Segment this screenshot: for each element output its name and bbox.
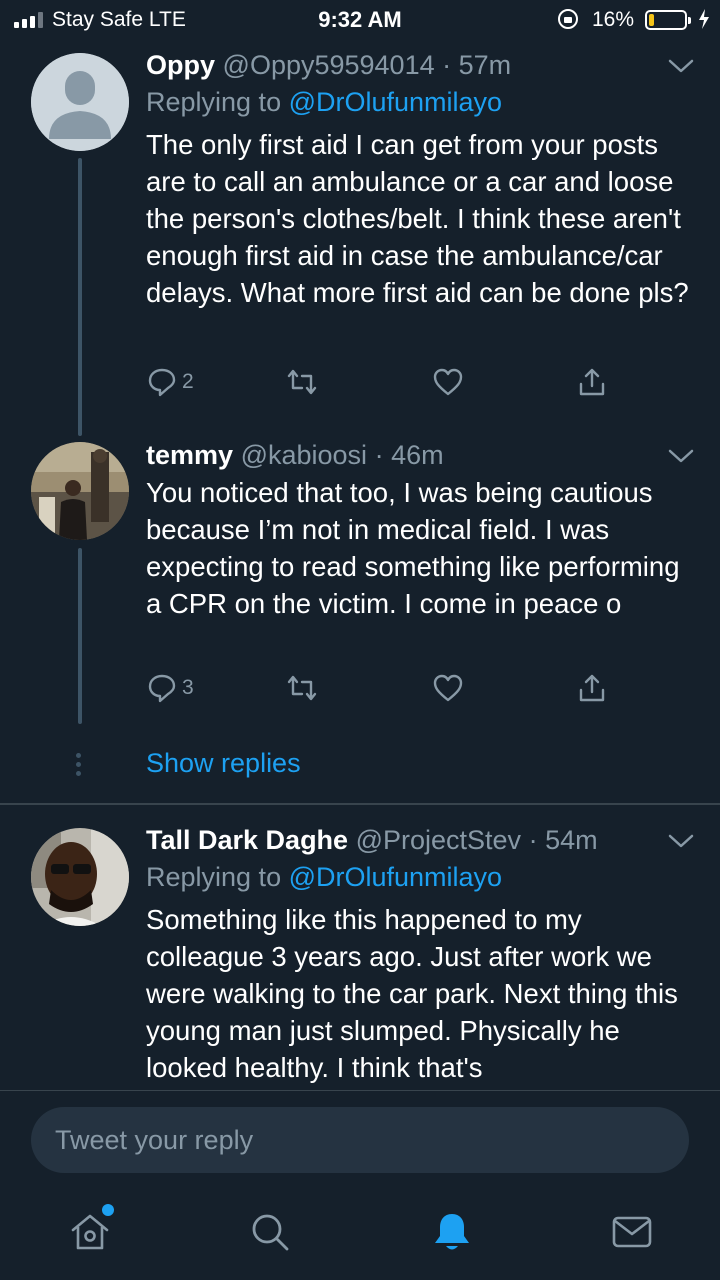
author-name[interactable]: Oppy [146, 50, 215, 80]
nav-search[interactable] [248, 1210, 292, 1254]
user-photo-avatar [31, 442, 129, 540]
search-icon [252, 1214, 289, 1251]
tweet-time: 57m [458, 50, 512, 80]
bottom-nav [0, 1192, 720, 1280]
tweet-actions: 3 [146, 672, 626, 712]
reply-input[interactable] [31, 1107, 689, 1173]
more-dots-icon [76, 753, 84, 780]
default-avatar-icon [31, 53, 129, 151]
chevron-down-icon[interactable] [668, 833, 694, 849]
tweet-text: Something like this happened to my colle… [146, 904, 678, 1083]
notifications-icon [435, 1214, 469, 1250]
divider [0, 803, 720, 805]
retweet-icon [287, 369, 317, 395]
status-bar: Stay Safe LTE 9:32 AM 16% [0, 0, 720, 40]
retweet-button[interactable] [286, 366, 318, 398]
tweet-tall-dark-daghe[interactable]: Tall Dark Daghe @ProjectStev · 54m Reply… [0, 815, 720, 1090]
tweet-temmy[interactable]: temmy @kabioosi · 46m You noticed that t… [0, 430, 720, 750]
retweet-button[interactable] [286, 672, 318, 704]
home-icon [71, 1214, 109, 1250]
author-name[interactable]: Tall Dark Daghe [146, 825, 348, 855]
tweet-actions: 2 [146, 366, 626, 406]
user-photo-avatar [31, 828, 129, 926]
reply-count: 2 [182, 370, 194, 393]
avatar[interactable] [31, 828, 129, 926]
reply-button[interactable]: 3 [146, 672, 194, 704]
home-new-dot [102, 1204, 114, 1216]
share-icon [579, 368, 605, 396]
battery-icon [645, 10, 691, 30]
reply-icon [148, 368, 176, 397]
share-button[interactable] [576, 366, 608, 398]
nav-notifications[interactable] [430, 1210, 474, 1254]
replying-to: Replying to @DrOlufunmilayo [146, 862, 503, 892]
tweet-header: Tall Dark Daghe @ProjectStev · 54m [146, 825, 598, 855]
show-replies-link[interactable]: Show replies [146, 748, 301, 779]
tweet-text: You noticed that too, I was being cautio… [146, 477, 680, 619]
tweet-header: temmy @kabioosi · 46m [146, 440, 444, 470]
reply-composer[interactable] [31, 1107, 689, 1173]
heart-icon [433, 674, 463, 702]
author-handle: @Oppy59594014 [222, 50, 435, 80]
mention-link[interactable]: @DrOlufunmilayo [289, 862, 502, 892]
author-name[interactable]: temmy [146, 440, 233, 470]
tweet-time: 54m [545, 825, 598, 855]
avatar[interactable] [31, 442, 129, 540]
share-button[interactable] [576, 672, 608, 704]
retweet-icon [287, 675, 317, 701]
tweet-text: The only first aid I can get from your p… [146, 129, 689, 308]
author-handle: @ProjectStev [355, 825, 522, 855]
chevron-down-icon[interactable] [668, 448, 694, 464]
tweet-header: Oppy @Oppy59594014 · 57m [146, 50, 512, 80]
reply-count: 3 [182, 676, 194, 699]
author-handle: @kabioosi [240, 440, 368, 470]
like-button[interactable] [432, 366, 464, 398]
nav-home[interactable] [68, 1204, 114, 1254]
mention-link[interactable]: @DrOlufunmilayo [289, 87, 502, 117]
battery-percent: 16% [592, 8, 635, 31]
tweet-oppy[interactable]: Oppy @Oppy59594014 · 57m Replying to @Dr… [0, 40, 720, 440]
tweet-time: 46m [391, 440, 444, 470]
reply-composer-bar [0, 1090, 720, 1192]
thread-line [78, 548, 82, 724]
reply-icon [148, 674, 176, 703]
reply-button[interactable]: 2 [146, 366, 194, 398]
avatar[interactable] [31, 53, 129, 151]
share-icon [579, 674, 605, 702]
orientation-lock-icon [558, 9, 578, 29]
thread-line [78, 158, 82, 436]
replying-to: Replying to @DrOlufunmilayo [146, 87, 503, 117]
messages-icon [612, 1216, 652, 1248]
nav-messages[interactable] [610, 1210, 654, 1254]
charging-bolt-icon [699, 9, 709, 29]
like-button[interactable] [432, 672, 464, 704]
chevron-down-icon[interactable] [668, 58, 694, 74]
heart-icon [433, 368, 463, 396]
